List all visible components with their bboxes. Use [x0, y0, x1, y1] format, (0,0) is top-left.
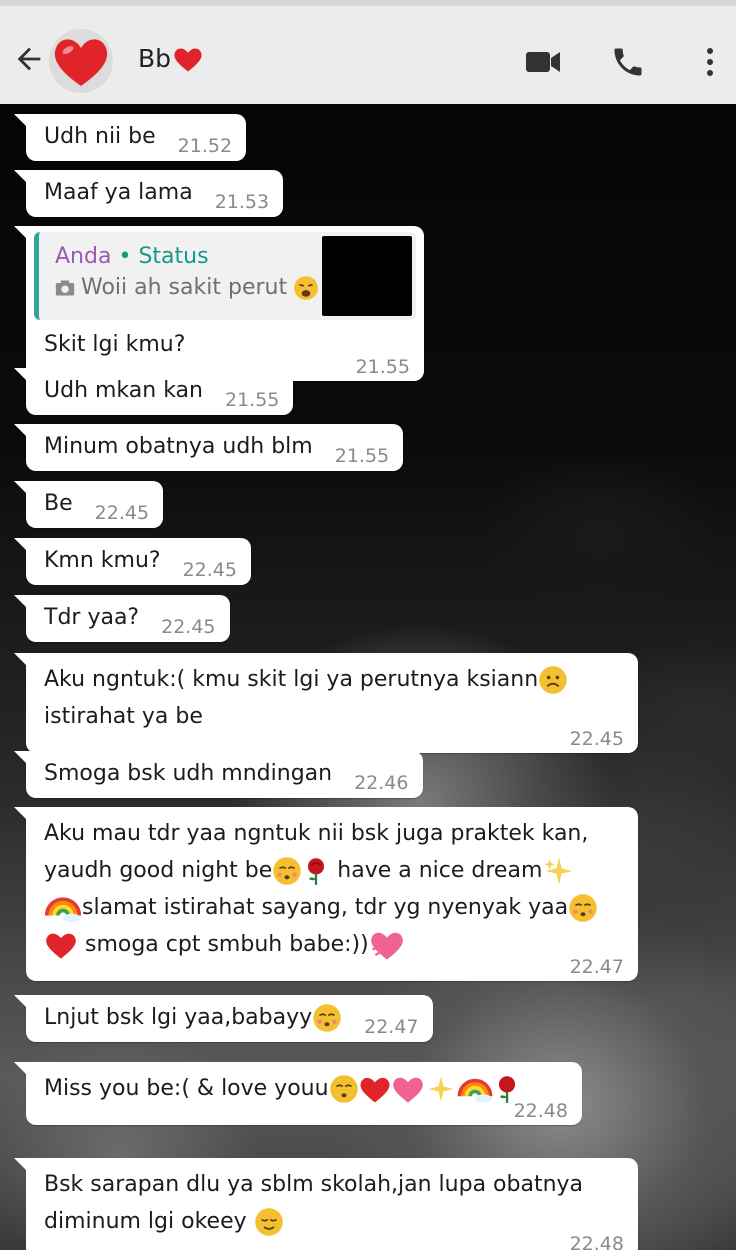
message-text: Kmn kmu? — [44, 548, 161, 573]
message-text-line: yaudh good night be have a nice dream — [44, 852, 624, 889]
message-time: 22.46 — [354, 772, 409, 794]
message-text-line: Aku ngntuk:( kmu skit lgi ya perutnya ks… — [44, 661, 624, 698]
message-text: Udh mkan kan — [44, 378, 203, 403]
message-bubble[interactable]: Udh mkan kan 21.55 — [13, 368, 294, 415]
message-bubble[interactable]: Lnjut bsk lgi yaa,babayy 22.47 — [14, 995, 433, 1042]
rainbow-emoji-icon — [457, 1078, 492, 1103]
kissing-face-emoji-icon — [313, 1004, 341, 1032]
quote-author: Anda — [55, 244, 112, 269]
relieved-face-emoji-icon — [254, 1208, 283, 1236]
message-time: 21.55 — [334, 445, 390, 467]
more-options-icon[interactable] — [690, 44, 730, 80]
red-heart-icon — [46, 933, 76, 959]
message-text-line: Bsk sarapan dlu ya sblm skolah,jan lupa … — [44, 1172, 584, 1197]
kissing-face-emoji-icon — [273, 857, 302, 885]
phone-icon[interactable] — [608, 44, 648, 80]
chat-header: Bb — [0, 0, 736, 104]
red-heart-icon — [174, 48, 202, 71]
quote-label: Status — [138, 244, 209, 269]
message-bubble[interactable]: Aku mau tdr yaa ngntuk nii bsk juga prak… — [14, 807, 638, 981]
message-time: 22.47 — [364, 1016, 419, 1038]
kissing-face-emoji-icon — [329, 1075, 358, 1103]
contact-title[interactable]: Bb — [138, 44, 203, 73]
weary-face-emoji-icon — [294, 276, 319, 300]
message-time: 21.53 — [214, 191, 270, 213]
message-text: Tdr yaa? — [44, 605, 140, 630]
quoted-status[interactable]: Anda • Status Woii ah sakit perut — [34, 232, 416, 320]
video-call-icon[interactable] — [522, 44, 562, 80]
message-bubble[interactable]: Bsk sarapan dlu ya sblm skolah,jan lupa … — [14, 1158, 638, 1250]
message-bubble[interactable]: Udh nii be 21.52 — [13, 114, 247, 161]
contact-name: Bb — [138, 44, 172, 73]
message-text: Udh nii be — [44, 124, 156, 149]
rainbow-emoji-icon — [44, 897, 82, 923]
status-thumbnail — [322, 236, 412, 316]
message-text-line: slamat istirahat sayang, tdr yg nyenyak … — [44, 889, 624, 926]
message-time: 22.45 — [94, 502, 150, 524]
message-bubble[interactable]: Maaf ya lama 21.53 — [13, 170, 284, 217]
kissing-face-emoji-icon — [569, 894, 597, 922]
message-bubble[interactable]: Minum obatnya udh blm 21.55 — [13, 424, 404, 471]
sparkles-emoji-icon — [544, 857, 573, 885]
message-bubble[interactable]: Smoga bsk udh mndingan 22.46 — [14, 751, 423, 798]
red-heart-icon — [360, 1077, 390, 1103]
message-bubble[interactable]: Kmn kmu? 22.45 — [14, 538, 251, 585]
message-bubble-with-reply[interactable]: Anda • Status Woii ah sakit perut Skit l… — [14, 226, 424, 381]
message-bubble[interactable]: Be 22.45 — [13, 481, 164, 528]
message-text-line: Miss you be:( & love youu — [44, 1070, 568, 1107]
message-text: Minum obatnya udh blm — [44, 434, 313, 459]
quote-text: Woii ah sakit perut — [81, 275, 288, 300]
message-time: 22.45 — [161, 616, 216, 638]
message-bubble[interactable]: Tdr yaa? 22.45 — [14, 595, 230, 642]
sparkling-heart-emoji-icon — [370, 932, 403, 960]
frowning-face-emoji-icon — [539, 666, 567, 694]
camera-icon — [55, 280, 75, 296]
rose-emoji-icon — [308, 858, 325, 885]
message-text-line: Aku mau tdr yaa ngntuk nii bsk juga prak… — [44, 821, 589, 846]
back-arrow-icon[interactable] — [12, 42, 46, 76]
message-bubble[interactable]: Aku ngntuk:( kmu skit lgi ya perutnya ks… — [14, 653, 638, 753]
quote-separator: • — [118, 244, 132, 269]
message-text: Be — [44, 491, 73, 516]
sparkles-emoji-icon — [428, 1076, 454, 1102]
message-text: Maaf ya lama — [44, 180, 193, 205]
message-time: 21.52 — [177, 135, 233, 157]
message-text: Lnjut bsk lgi yaa,babayy — [44, 999, 342, 1036]
message-time: 22.45 — [182, 559, 237, 581]
sparkling-heart-emoji-icon — [392, 1077, 423, 1103]
message-time: 21.55 — [224, 389, 280, 411]
message-text: Smoga bsk udh mndingan — [44, 761, 333, 786]
message-bubble[interactable]: Miss you be:( & love youu 22.48 — [14, 1062, 582, 1125]
contact-avatar[interactable] — [48, 28, 114, 94]
